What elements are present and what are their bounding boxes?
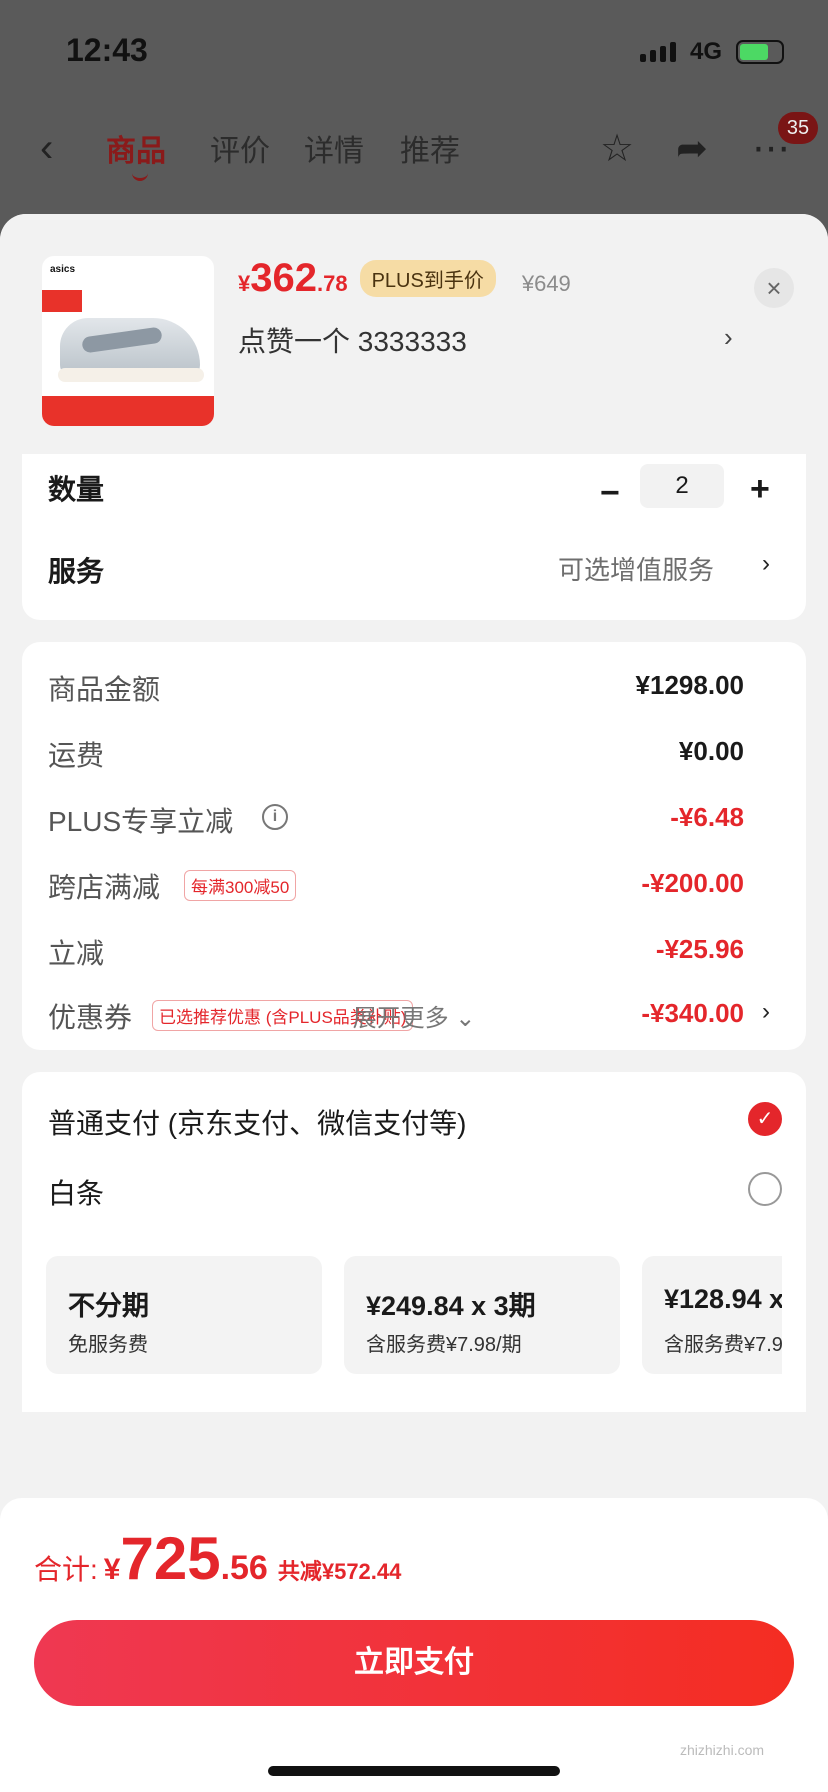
- info-icon[interactable]: i: [262, 804, 288, 830]
- total-label: 合计:: [34, 1554, 98, 1585]
- chevron-right-icon[interactable]: ›: [762, 550, 770, 578]
- signal-icon: [640, 42, 676, 62]
- payment-card: 普通支付 (京东支付、微信支付等) ✓ 白条 不分期 免服务费 ¥249.84 …: [22, 1072, 806, 1412]
- watermark: zhizhizhi.com: [680, 1742, 765, 1758]
- original-price: ¥649: [521, 271, 571, 296]
- plan-title: 不分期: [68, 1291, 149, 1321]
- fee-row-cross-store: 跨店满减 每满300减50 -¥200.00: [48, 866, 778, 906]
- shoe-sole: [58, 368, 204, 382]
- fee-value: -¥25.96: [655, 934, 744, 964]
- fee-row-plus: PLUS专享立减 i -¥6.48: [48, 800, 778, 840]
- network-type: 4G: [690, 38, 723, 65]
- plan-title: ¥128.94 x: [664, 1284, 782, 1314]
- total-currency: ¥: [103, 1553, 121, 1586]
- quantity-input[interactable]: 2: [640, 464, 724, 508]
- fee-value: ¥1298.00: [635, 670, 744, 700]
- total-savings: 共减¥572.44: [277, 1559, 402, 1584]
- total-integer: 725: [120, 1525, 221, 1592]
- product-thumbnail[interactable]: asics: [42, 256, 214, 426]
- product-header: asics ¥ 362 .78 PLUS到手价 ¥649 点赞一个 333333…: [0, 214, 828, 454]
- back-icon[interactable]: ‹: [40, 126, 53, 171]
- plan-option[interactable]: 不分期 免服务费: [46, 1256, 322, 1374]
- payment-normal-radio[interactable]: ✓: [748, 1102, 782, 1136]
- product-nav: ‹ 商品 评价 详情 推荐 ☆ ➦ ⋯: [0, 112, 828, 182]
- tab-product[interactable]: 商品: [106, 126, 166, 181]
- fee-value: -¥200.00: [641, 868, 744, 898]
- price-row: ¥ 362 .78 PLUS到手价 ¥649: [238, 256, 571, 301]
- quantity-service-card: 数量 − 2 + 服务 可选增值服务 ›: [22, 454, 806, 620]
- fee-label: PLUS专享立减: [48, 806, 234, 837]
- chevron-right-icon[interactable]: ›: [724, 322, 733, 353]
- battery-icon: [736, 40, 784, 64]
- plan-option[interactable]: ¥249.84 x 3期 含服务费¥7.98/期: [344, 1256, 620, 1374]
- promo-tag: [42, 290, 82, 312]
- fee-label: 运费: [48, 740, 105, 771]
- service-label: 服务: [48, 556, 105, 587]
- selected-spec[interactable]: 点赞一个 3333333: [238, 320, 467, 360]
- status-time: 12:43: [66, 32, 148, 68]
- plan-subtitle: 含服务费¥7.98/期: [366, 1334, 522, 1356]
- tab-recommend[interactable]: 推荐: [400, 126, 460, 170]
- payment-baitiao-label[interactable]: 白条: [48, 1172, 104, 1212]
- quantity-label: 数量: [48, 474, 105, 505]
- fee-breakdown-card: 商品金额 ¥1298.00 运费 ¥0.00 PLUS专享立减 i -¥6.48…: [22, 642, 806, 1050]
- fee-label: 立减: [48, 938, 105, 969]
- plan-title: ¥249.84 x 3期: [366, 1291, 536, 1321]
- fee-value: -¥6.48: [670, 802, 744, 832]
- pay-now-button[interactable]: 立即支付: [34, 1620, 794, 1706]
- message-badge: 35: [778, 112, 818, 144]
- home-indicator[interactable]: [268, 1766, 560, 1776]
- plan-subtitle: 含服务费¥7.9: [664, 1334, 782, 1356]
- tab-details[interactable]: 详情: [304, 126, 364, 170]
- brand-logo: asics: [50, 264, 76, 275]
- fee-row-shipping: 运费 ¥0.00: [48, 734, 778, 774]
- share-icon[interactable]: ➦: [676, 126, 708, 171]
- total-decimal: .56: [220, 1549, 268, 1587]
- plan-option[interactable]: ¥128.94 x 含服务费¥7.9: [642, 1256, 782, 1374]
- payment-baitiao-radio[interactable]: [748, 1172, 782, 1206]
- fee-label: 跨店满减: [48, 872, 161, 903]
- fee-row-goods: 商品金额 ¥1298.00: [48, 668, 778, 708]
- price-integer: 362: [250, 256, 317, 300]
- price-currency: ¥: [238, 271, 251, 296]
- plus-price-badge: PLUS到手价: [359, 260, 496, 297]
- expand-more-button[interactable]: 展开更多 ⌄: [22, 998, 806, 1033]
- fee-value: ¥0.00: [678, 736, 744, 766]
- star-icon[interactable]: ☆: [600, 126, 634, 171]
- service-value[interactable]: 可选增值服务: [558, 550, 714, 587]
- fee-label: 商品金额: [48, 674, 161, 705]
- payment-normal-label[interactable]: 普通支付 (京东支付、微信支付等): [48, 1102, 466, 1142]
- fee-row-instant: 立减 -¥25.96: [48, 932, 778, 972]
- status-bar: 12:43 4G: [0, 0, 828, 100]
- tab-reviews[interactable]: 评价: [210, 126, 270, 170]
- checkout-footer: 合计: ¥ 725 .56 共减¥572.44 立即支付 zhizhizhi.c…: [0, 1498, 828, 1792]
- price-strip: [42, 396, 214, 426]
- quantity-plus-button[interactable]: +: [750, 470, 770, 509]
- quantity-minus-button[interactable]: −: [600, 474, 620, 513]
- installment-plans: 不分期 免服务费 ¥249.84 x 3期 含服务费¥7.98/期 ¥128.9…: [46, 1256, 782, 1374]
- promo-tag: 每满300减50: [184, 870, 297, 901]
- plan-subtitle: 免服务费: [68, 1334, 148, 1356]
- price-decimal: .78: [317, 271, 348, 296]
- order-total: 合计: ¥ 725 .56 共减¥572.44: [34, 1524, 401, 1593]
- close-button[interactable]: ×: [754, 268, 794, 308]
